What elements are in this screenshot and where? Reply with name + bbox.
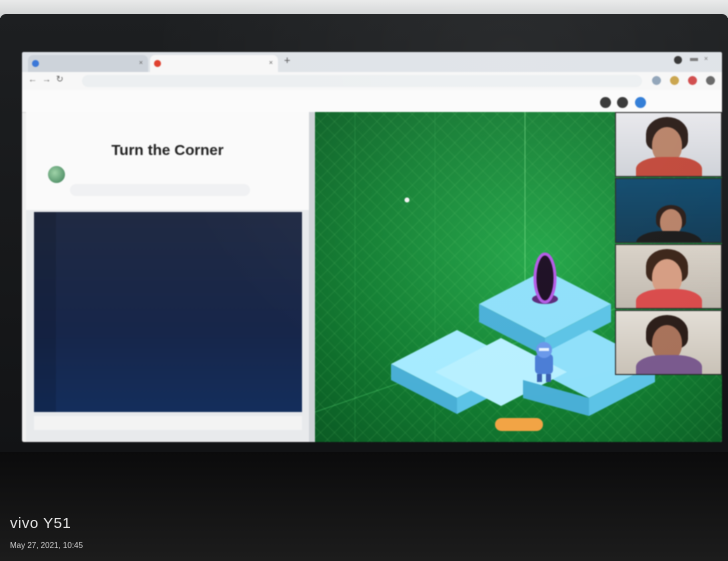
new-tab-icon[interactable]: + [284,55,290,67]
laptop-keyboard-area [0,452,728,561]
robot-visor [539,348,549,351]
window-controls[interactable]: × [674,56,714,66]
close-icon[interactable]: × [139,55,143,72]
header-icons [600,95,648,113]
browser-tab[interactable]: × [28,55,148,72]
app-header [22,90,722,113]
close-icon[interactable]: × [269,55,273,72]
camera-watermark-brand: vivo Y51 [10,515,72,532]
level-title: Turn the Corner [111,142,224,159]
browser-tab-bar: × × + × [22,52,722,72]
video-tile[interactable] [615,244,722,309]
url-input[interactable] [82,75,642,87]
participant-body [636,289,702,308]
participant-body [636,355,702,374]
tab-favicon-icon [32,60,39,67]
tab-favicon-icon [154,60,161,67]
editor-footer [34,416,302,430]
address-bar-row: ← → ↻ [22,72,722,91]
extension-icon[interactable] [688,76,697,85]
back-icon[interactable]: ← [28,74,37,84]
help-icon[interactable] [617,97,629,108]
minimize-icon[interactable] [690,58,698,61]
code-editor[interactable] [34,212,302,412]
reload-icon[interactable]: ↻ [56,74,64,85]
robot-leg [546,374,551,382]
video-tile[interactable] [615,112,722,177]
menu-icon[interactable] [706,76,715,85]
participant-body [636,231,702,242]
instructions-panel: Turn the Corner [26,112,309,210]
monitor-screen: × × + × ← → ↻ Turn the Corner [22,52,722,442]
hint-bubble [70,184,250,196]
close-window-icon[interactable]: × [704,56,708,63]
extension-icon[interactable] [652,76,661,85]
portal-icon [533,252,557,304]
robot-leg [537,374,542,382]
account-icon[interactable] [634,97,646,108]
extension-icon[interactable] [670,76,679,85]
forward-icon[interactable]: → [42,74,51,84]
mouse-cursor [404,197,410,203]
video-tile[interactable] [615,310,722,375]
owl-avatar-icon [48,166,65,183]
settings-icon[interactable] [600,97,611,108]
profile-icon[interactable] [674,56,682,64]
line-number-gutter [34,212,56,412]
participant-body [636,157,702,176]
video-tile[interactable] [615,178,722,243]
run-button[interactable] [495,418,543,431]
left-pane: Turn the Corner [26,112,309,442]
browser-tab-active[interactable]: × [150,55,278,72]
camera-watermark-datetime: May 27, 2021, 10:45 [10,541,83,550]
